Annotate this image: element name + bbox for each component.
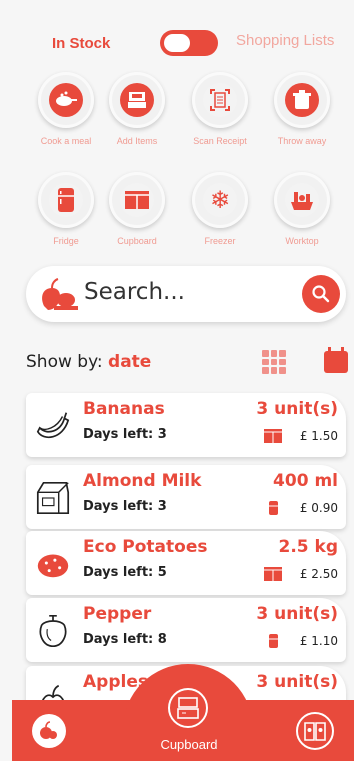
search-bar[interactable]: Search... [26,266,346,322]
item-quantity: 3 unit(s) [256,399,338,419]
grid-view-icon[interactable] [262,350,286,374]
location-label: Worktop [285,236,319,246]
receipt-icon [203,83,237,117]
scan-circle [192,72,248,128]
item-price: £ 1.10 [299,634,338,648]
banana-icon [36,412,70,439]
cook-circle [38,72,94,128]
list-item[interactable]: Eco Potatoes Days left: 5 2.5 kg £ 2.50 [26,531,346,595]
recipes-nav-button[interactable] [296,712,334,750]
pepper-icon [39,614,67,648]
search-input[interactable]: Search... [84,279,185,305]
list-item[interactable]: Almond Milk Days left: 3 400 ml £ 0.90 [26,465,346,529]
bottom-nav-label: Cupboard [160,737,218,752]
item-price: £ 1.50 [299,429,338,443]
cupboard-icon [264,567,282,581]
item-days-left: Days left: 3 [83,427,167,442]
bin-icon [285,83,319,117]
produce-nav-button[interactable] [32,714,66,748]
calendar-icon[interactable] [324,347,348,373]
item-name: Eco Potatoes [83,537,208,557]
freezer-circle: ❄ [192,172,248,228]
item-days-left: Days left: 8 [83,632,167,647]
fridge-circle [38,172,94,228]
item-days-left: Days left: 3 [83,499,167,514]
location-label: Cupboard [117,236,157,246]
worktop-circle [274,172,330,228]
item-quantity: 3 unit(s) [256,604,338,624]
cupboard-circle [109,172,165,228]
tab-shopping-lists[interactable]: Shopping Lists [236,32,334,49]
throw-circle [274,72,330,128]
fridge-icon [269,634,278,648]
location-worktop[interactable]: Worktop [260,172,344,246]
add-circle [109,72,165,128]
item-days-left: Days left: 5 [83,565,167,580]
sort-value[interactable]: date [108,352,151,372]
stock-shopping-switch[interactable] [160,30,218,56]
action-add-items[interactable]: Add Items [95,72,179,146]
switch-knob [162,32,192,54]
item-quantity: 3 unit(s) [256,672,338,692]
item-quantity: 2.5 kg [278,537,338,557]
list-item[interactable]: Pepper Days left: 8 3 unit(s) £ 1.10 [26,598,346,662]
location-freezer[interactable]: ❄ Freezer [178,172,262,246]
stock-toggle-row: In Stock Shopping Lists [0,26,354,58]
location-cupboard[interactable]: Cupboard [95,172,179,246]
action-label: Throw away [277,136,327,146]
snowflake-icon: ❄ [203,183,237,217]
register-icon [120,83,154,117]
fridge-icon [269,501,278,515]
potato-icon [37,554,69,578]
item-price: £ 2.50 [299,567,338,581]
location-label: Freezer [204,236,236,246]
list-item[interactable]: Bananas Days left: 3 3 unit(s) £ 1.50 [26,393,346,457]
cupboard-icon [120,183,154,217]
item-name: Bananas [83,399,165,419]
search-icon [312,285,330,303]
item-name: Pepper [83,604,152,624]
register-icon [177,697,199,719]
cupboard-icon [264,429,282,443]
item-price: £ 0.90 [299,501,338,515]
item-name: Almond Milk [83,471,202,491]
recipe-book-icon [304,722,326,741]
milk-carton-icon [36,481,70,515]
search-button[interactable] [302,275,340,313]
tab-in-stock[interactable]: In Stock [52,35,110,52]
action-throw-away[interactable]: Throw away [260,72,344,146]
worktop-icon [285,183,319,217]
action-label: Add Items [116,136,158,146]
sort-control[interactable]: Show by: date [26,352,151,372]
action-scan-receipt[interactable]: Scan Receipt [178,72,262,146]
cupboard-nav-button[interactable] [168,688,208,728]
item-quantity: 400 ml [273,471,338,491]
pan-icon [49,83,83,117]
action-label: Scan Receipt [193,136,247,146]
sort-prefix: Show by: [26,352,103,372]
fruit-icon [42,278,78,310]
fridge-icon [49,183,83,217]
fruit-icon [40,721,57,739]
